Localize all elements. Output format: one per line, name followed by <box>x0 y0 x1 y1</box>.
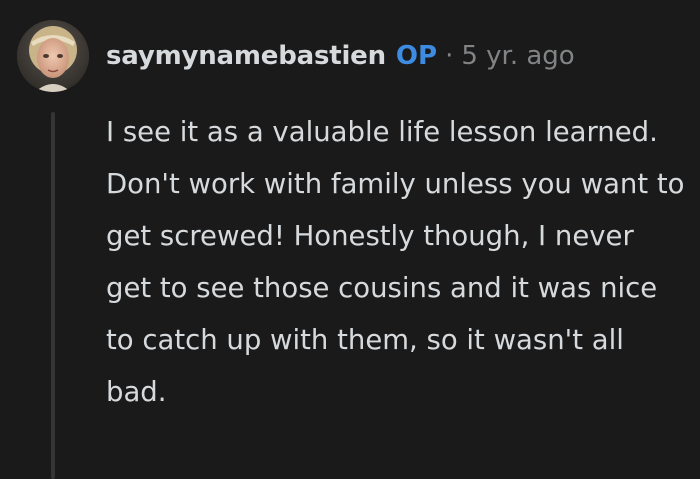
op-badge: OP <box>395 41 438 71</box>
meta-separator: · <box>445 41 454 71</box>
user-avatar[interactable] <box>17 20 89 92</box>
timestamp-link[interactable]: 5 yr. ago <box>461 41 574 71</box>
thread-collapse-line[interactable] <box>51 112 55 479</box>
comment-meta: saymynamebastien OP · 5 yr. ago <box>106 36 575 76</box>
comment: saymynamebastien OP · 5 yr. ago I see it… <box>0 0 700 479</box>
avatar-portrait-icon <box>17 20 89 92</box>
username-link[interactable]: saymynamebastien <box>106 41 386 71</box>
comment-body: I see it as a valuable life lesson learn… <box>106 116 685 408</box>
